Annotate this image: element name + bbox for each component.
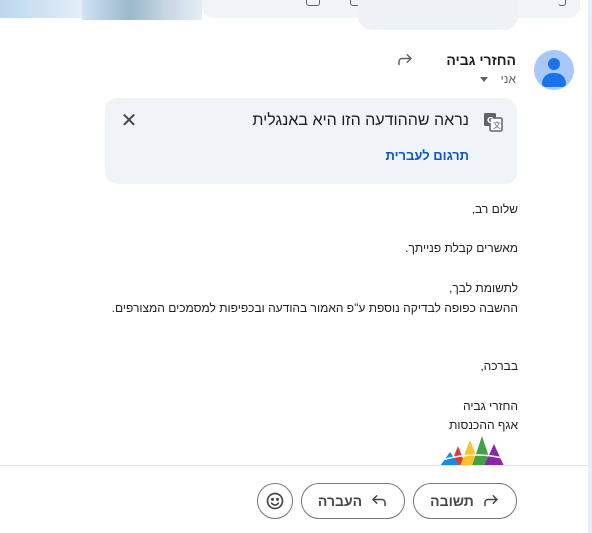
toolbar-icon[interactable] (558, 0, 566, 6)
attachment-thumbnail-edge (0, 0, 82, 18)
forward-arrow-icon (398, 54, 412, 66)
previous-message-chip[interactable] (358, 0, 518, 30)
emoji-icon (266, 492, 284, 510)
forward-label: העברה (317, 493, 363, 509)
sender-name[interactable]: החזרי גביה (446, 52, 516, 68)
reply-arrow-icon (484, 495, 498, 507)
translate-icon: G 文 (484, 113, 503, 132)
message-line: מאשרים קבלת פנייתך. (405, 241, 518, 255)
translate-banner-title: נראה שההודעה הזו היא באנגלית (252, 112, 469, 129)
translate-to-hebrew-link[interactable]: תרגום לעברית (386, 148, 469, 163)
signature-department: אגף ההכנסות (449, 418, 518, 432)
message-line: בברכה, (480, 359, 518, 373)
window-edge (588, 0, 592, 533)
top-strip (0, 0, 592, 30)
message-line: לתשומת לבך, (449, 281, 518, 295)
translate-banner: G 文 נראה שההודעה הזו היא באנגלית תרגום ל… (105, 98, 517, 184)
caret-down-icon[interactable] (480, 77, 488, 82)
message-line: שלום רב, (471, 202, 518, 216)
forward-button[interactable]: העברה (301, 483, 405, 519)
avatar-body (542, 73, 566, 87)
forward-arrow-icon (372, 495, 386, 507)
avatar-head (548, 58, 560, 70)
reply-label: תשובה (430, 493, 474, 509)
attachment-thumbnail (82, 0, 202, 20)
recipient-label[interactable]: אני (501, 72, 516, 86)
reply-action-bar: תשובה העברה (0, 466, 588, 533)
svg-text:文: 文 (493, 120, 501, 130)
sender-avatar[interactable] (534, 50, 574, 90)
message-line: ההשבה כפופה לבדיקה נוספת ע"פ האמור בהודע… (111, 301, 518, 315)
close-icon[interactable]: ✕ (119, 111, 139, 132)
emoji-reaction-button[interactable] (257, 483, 293, 519)
reply-button[interactable]: תשובה (413, 483, 517, 519)
message-header: החזרי גביה אני (14, 48, 574, 94)
organization-logo (440, 436, 511, 466)
toolbar-icon[interactable] (306, 0, 320, 6)
signature-name: החזרי גביה (463, 399, 518, 413)
